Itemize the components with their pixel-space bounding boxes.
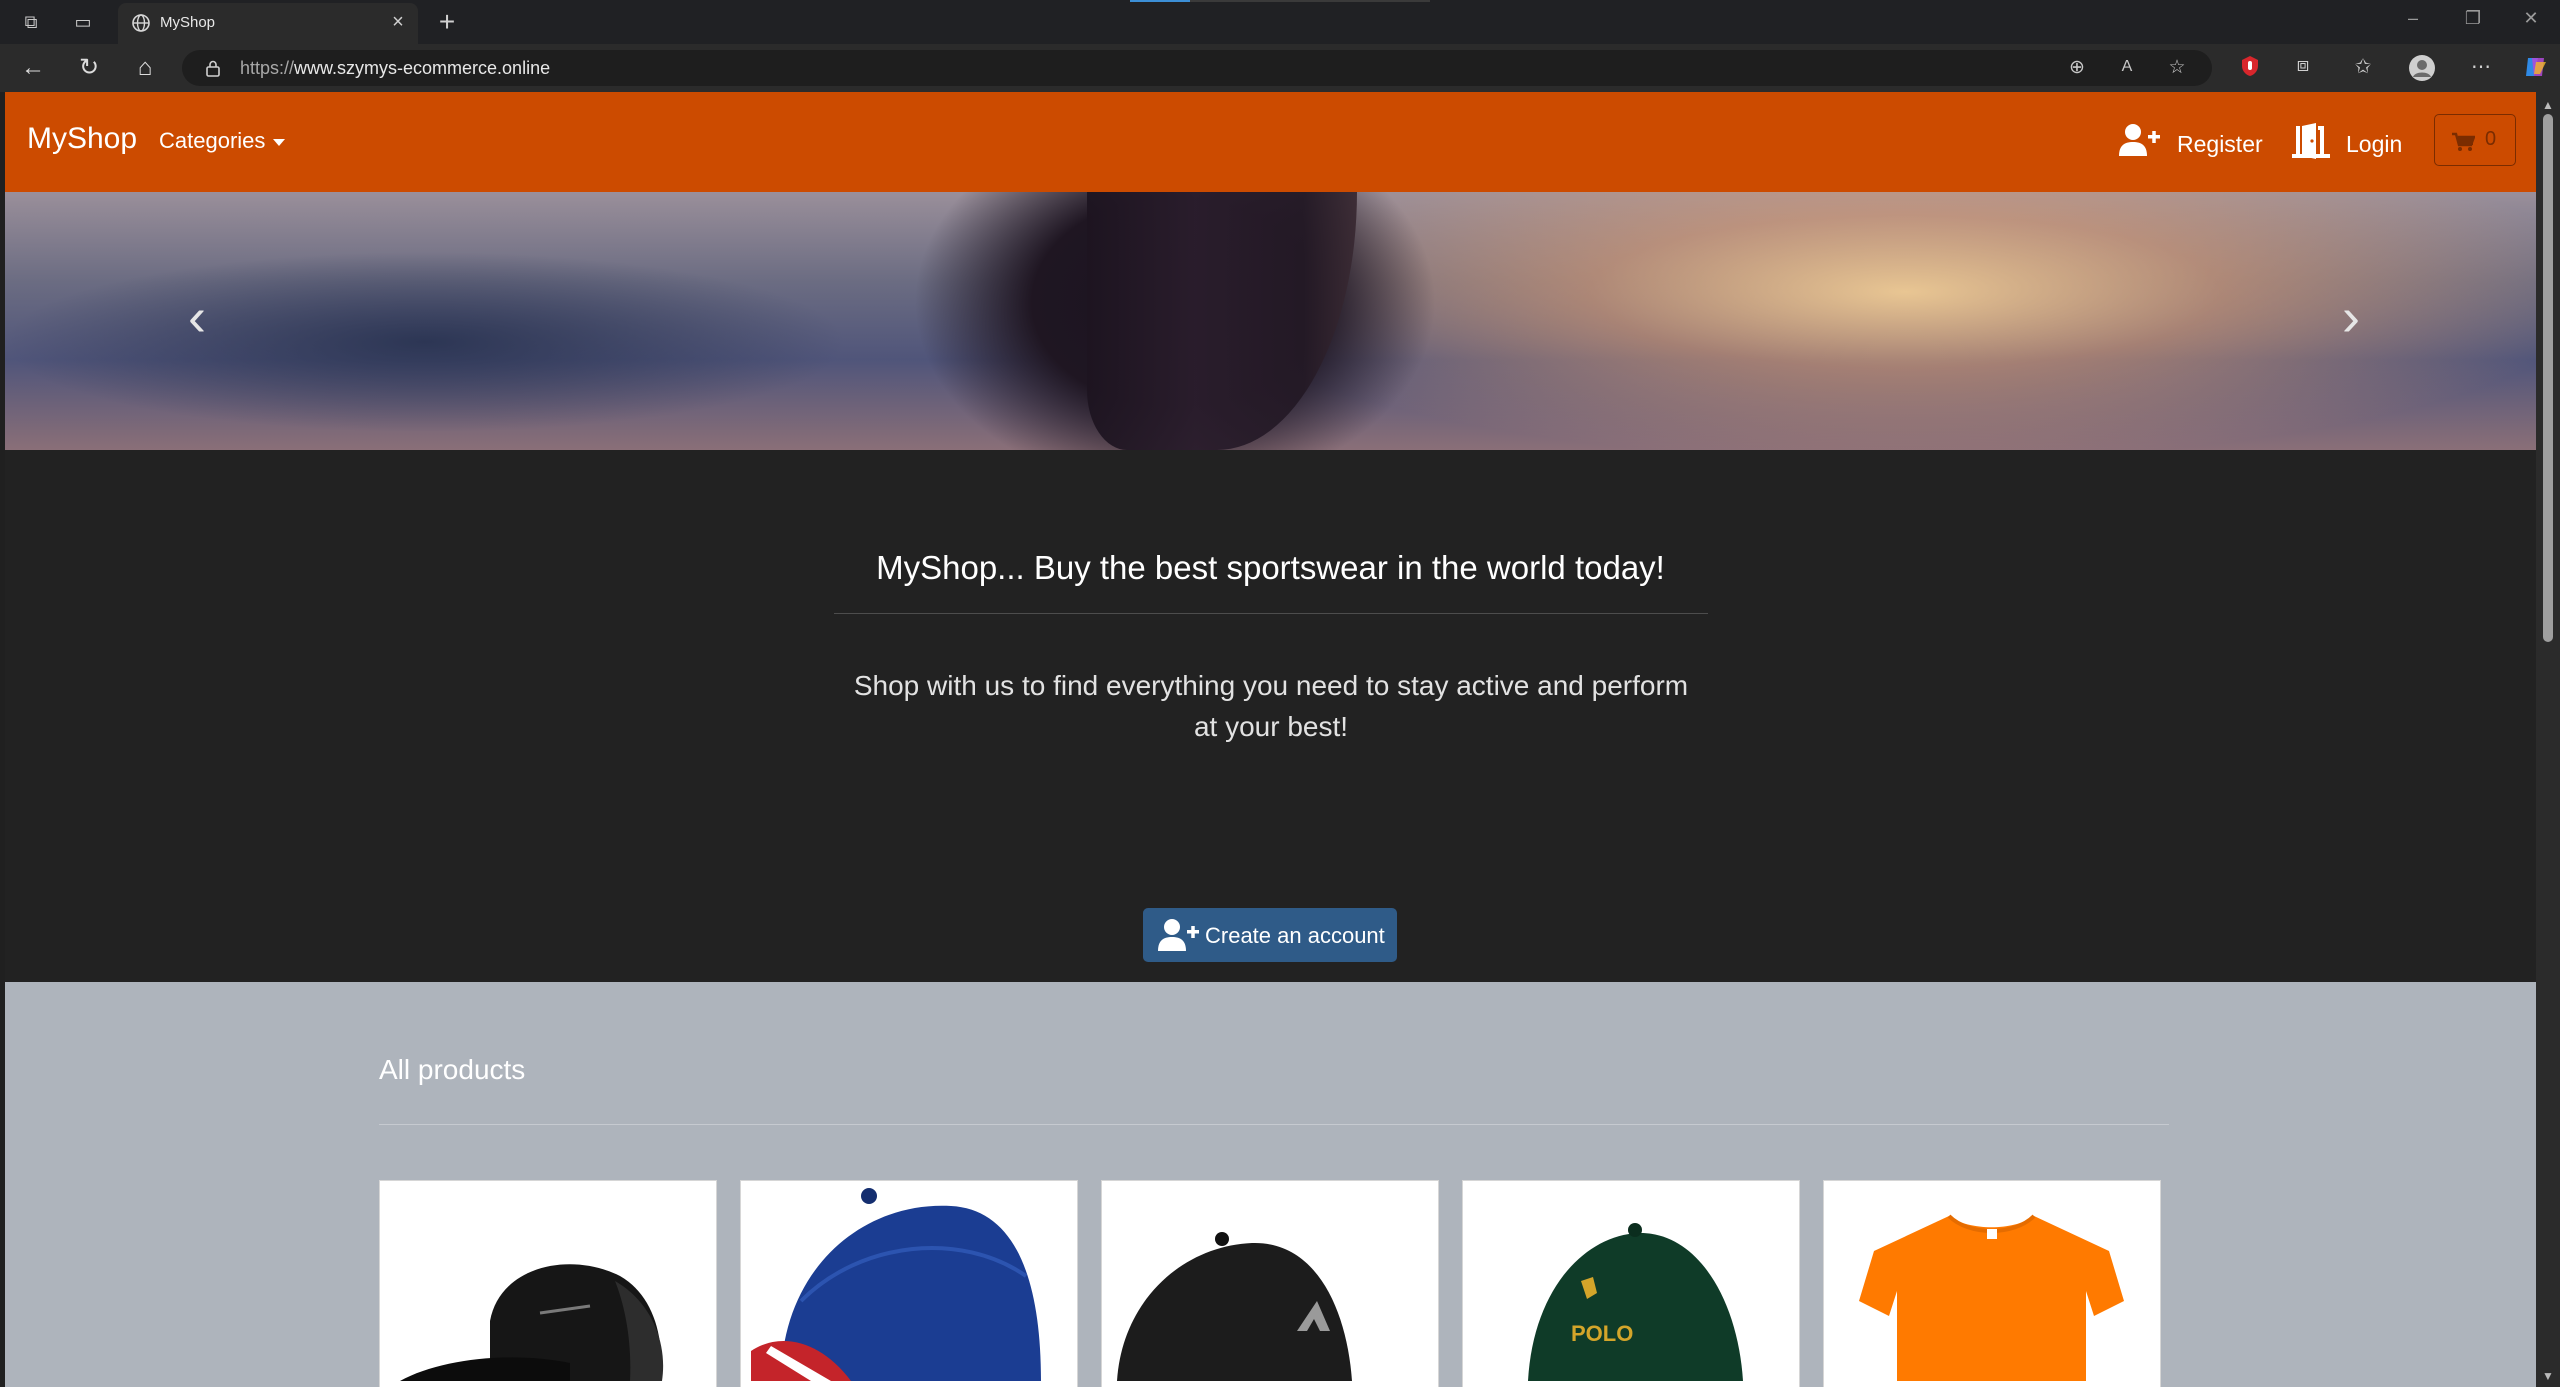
- create-account-button[interactable]: Create an account: [1143, 908, 1397, 962]
- back-icon[interactable]: ←: [18, 53, 48, 83]
- carousel-prev-icon[interactable]: ‹: [177, 287, 217, 347]
- shopping-cart-icon: [2452, 132, 2475, 151]
- carousel-image-figure: [1087, 192, 1357, 450]
- polo-logo-text: POLO: [1571, 1321, 1633, 1346]
- favorite-star-icon[interactable]: ☆: [2164, 56, 2190, 79]
- extension-shield-icon[interactable]: [2235, 54, 2265, 82]
- url-text[interactable]: https://www.szymys-ecommerce.online: [240, 58, 550, 79]
- product-image-black-trucker-cap: [400, 1264, 664, 1381]
- product-card-blue-baseball-cap[interactable]: [740, 1180, 1078, 1387]
- tab-actions-icon[interactable]: ▭: [70, 9, 96, 35]
- products-section: All products POLO: [5, 982, 2536, 1387]
- user-plus-icon: [2119, 124, 2160, 156]
- window-close-icon[interactable]: ✕: [2516, 8, 2546, 29]
- tab-title: MyShop: [160, 14, 216, 31]
- address-bar[interactable]: https://www.szymys-ecommerce.online ⊕ A …: [182, 50, 2212, 86]
- zoom-icon[interactable]: ⊕: [2064, 56, 2090, 79]
- product-image-black-sport-cap: [1117, 1232, 1352, 1381]
- categories-label: Categories: [159, 128, 266, 153]
- door-login-icon: [2292, 123, 2330, 159]
- globe-icon: [132, 14, 150, 32]
- product-image-green-polo-cap: POLO: [1528, 1223, 1743, 1381]
- cart-count: 0: [2485, 128, 2497, 150]
- extensions-puzzle-icon[interactable]: ⧈: [2288, 54, 2318, 82]
- products-heading: All products: [379, 1054, 526, 1085]
- tab-close-icon[interactable]: ×: [386, 11, 410, 34]
- categories-dropdown[interactable]: Categories: [159, 128, 286, 154]
- register-link[interactable]: Register: [2118, 122, 2263, 162]
- hero-carousel: ‹ ›: [5, 192, 2536, 450]
- profile-avatar-icon[interactable]: [2407, 54, 2437, 82]
- new-tab-button[interactable]: +: [432, 6, 462, 38]
- register-label: Register: [2177, 131, 2263, 157]
- login-link[interactable]: Login: [2290, 122, 2405, 162]
- cart-button[interactable]: 0: [2434, 114, 2516, 166]
- caret-down-icon: [273, 138, 286, 146]
- product-card-orange-t-shirt[interactable]: [1823, 1180, 2161, 1387]
- more-options-icon[interactable]: ⋯: [2466, 54, 2496, 82]
- restore-icon[interactable]: ❐: [2458, 8, 2488, 29]
- reload-icon[interactable]: ↻: [74, 53, 104, 83]
- page-viewport: MyShop Categories Register Login 0 ‹ › M…: [5, 92, 2536, 1387]
- read-aloud-icon[interactable]: A: [2114, 58, 2140, 76]
- lock-icon[interactable]: [204, 59, 222, 77]
- browser-tab-bar: ⧉ ▭ MyShop × + – ❐ ✕: [0, 0, 2560, 44]
- favorites-icon[interactable]: ✩: [2348, 54, 2378, 82]
- workspaces-icon[interactable]: ⧉: [18, 9, 44, 35]
- product-card-green-polo-cap[interactable]: POLO: [1462, 1180, 1800, 1387]
- browser-toolbar: ← ↻ ⌂ https://www.szymys-ecommerce.onlin…: [0, 44, 2560, 92]
- hero-section: MyShop... Buy the best sportswear in the…: [5, 450, 2536, 982]
- scrollbar-thumb[interactable]: [2543, 114, 2553, 642]
- brand-logo[interactable]: MyShop: [27, 122, 137, 156]
- product-image-blue-baseball-cap: [751, 1188, 1041, 1381]
- home-icon[interactable]: ⌂: [130, 53, 160, 83]
- hero-divider: [834, 613, 1708, 614]
- product-card-black-trucker-cap[interactable]: [379, 1180, 717, 1387]
- products-divider: [379, 1124, 2169, 1125]
- minimize-icon[interactable]: –: [2398, 8, 2428, 29]
- hero-subtext: Shop with us to find everything you need…: [853, 670, 1689, 742]
- user-plus-icon: [1158, 919, 1199, 951]
- hero-heading: MyShop... Buy the best sportswear in the…: [876, 549, 1665, 586]
- login-label: Login: [2346, 131, 2403, 157]
- scroll-down-icon[interactable]: ▼: [2542, 1369, 2554, 1383]
- window-indicator: [1130, 0, 1430, 2]
- product-card-black-sport-cap[interactable]: [1101, 1180, 1439, 1387]
- site-navbar: MyShop Categories Register Login 0: [5, 92, 2536, 192]
- scroll-up-icon[interactable]: ▲: [2542, 98, 2554, 112]
- copilot-icon[interactable]: [2520, 54, 2550, 82]
- create-account-label: Create an account: [1205, 923, 1385, 948]
- page-scrollbar[interactable]: ▲ ▼: [2536, 92, 2560, 1387]
- product-image-orange-t-shirt: [1859, 1214, 2124, 1381]
- carousel-next-icon[interactable]: ›: [2331, 287, 2371, 347]
- browser-tab[interactable]: MyShop ×: [118, 3, 418, 44]
